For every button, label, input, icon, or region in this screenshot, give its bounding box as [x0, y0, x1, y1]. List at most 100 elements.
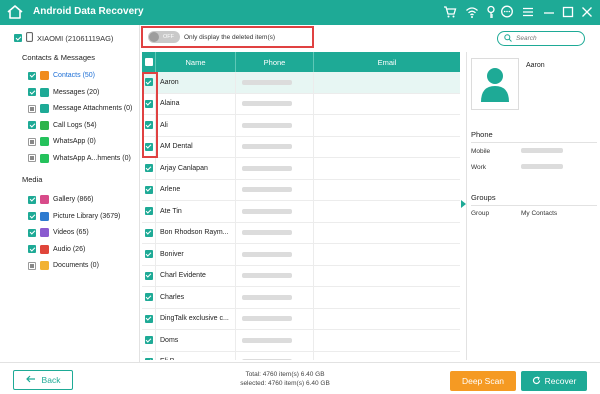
category-panel: XIAOMI (21061119AG) Contacts & Messages …: [0, 25, 140, 362]
row-check-cell[interactable]: [142, 244, 156, 265]
device-checkbox[interactable]: [14, 34, 22, 42]
search-box[interactable]: [497, 31, 585, 46]
category-icon: [40, 195, 49, 204]
maximize-icon[interactable]: [561, 5, 575, 19]
row-check-cell[interactable]: [142, 308, 156, 329]
row-checkbox[interactable]: [144, 293, 153, 302]
total-count: Total: 4760 item(s) 6.40 GB: [245, 371, 325, 378]
row-checkbox[interactable]: [144, 185, 153, 194]
category-contacts-item[interactable]: WhatsApp A...hments (0): [28, 153, 131, 163]
row-check-cell[interactable]: [142, 179, 156, 200]
search-input[interactable]: [516, 35, 576, 42]
deep-scan-button[interactable]: Deep Scan: [450, 371, 516, 391]
row-checkbox[interactable]: [144, 357, 153, 360]
category-checkbox[interactable]: [28, 71, 36, 80]
deleted-only-toggle[interactable]: OFF: [148, 31, 180, 43]
email-cell: [314, 244, 460, 265]
category-media-item[interactable]: Audio (26): [28, 244, 85, 254]
phone-cell: [236, 330, 314, 351]
wifi-icon[interactable]: [465, 5, 479, 19]
category-checkbox[interactable]: [28, 137, 36, 146]
close-icon[interactable]: [580, 5, 594, 19]
category-checkbox[interactable]: [28, 88, 36, 96]
email-cell: [314, 180, 460, 201]
table-row[interactable]: AM Dental: [142, 136, 460, 158]
row-checkbox[interactable]: [144, 207, 153, 216]
table-row[interactable]: Ali: [142, 115, 460, 137]
back-button[interactable]: Back: [13, 370, 73, 390]
chat-icon[interactable]: [500, 5, 514, 19]
contact-name-cell: Bon Rhodson Raym...: [156, 222, 236, 243]
category-checkbox[interactable]: [28, 121, 36, 129]
details-panel: Aaron Phone Mobile Work Groups Group My …: [466, 52, 600, 360]
category-media-item[interactable]: Documents (0): [28, 261, 99, 270]
row-check-cell[interactable]: [142, 222, 156, 243]
table-row[interactable]: Bon Rhodson Raym...: [142, 222, 460, 244]
table-row[interactable]: Doms: [142, 330, 460, 352]
category-contacts-item[interactable]: Contacts (50): [28, 71, 95, 80]
row-check-cell[interactable]: [142, 265, 156, 286]
divider: [471, 205, 597, 206]
email-cell: [314, 352, 460, 361]
category-checkbox[interactable]: [28, 245, 36, 253]
table-row[interactable]: DingTalk exclusive c...: [142, 308, 460, 330]
key-icon[interactable]: [484, 5, 498, 19]
contact-name-cell: Arjay Canlapan: [156, 158, 236, 179]
table-row[interactable]: Aaron: [142, 72, 460, 94]
table-header: Name Phone Email: [142, 52, 460, 72]
menu-icon[interactable]: [521, 5, 535, 19]
category-contacts-item[interactable]: Message Attachments (0): [28, 104, 132, 113]
table-row[interactable]: Arlene: [142, 179, 460, 201]
row-checkbox[interactable]: [144, 164, 153, 173]
row-check-cell[interactable]: [142, 330, 156, 351]
email-cell: [314, 223, 460, 244]
category-checkbox[interactable]: [28, 212, 36, 220]
table-row[interactable]: Ate Tin: [142, 201, 460, 223]
row-check-cell[interactable]: [142, 158, 156, 179]
table-row[interactable]: Alaina: [142, 93, 460, 115]
phone-cell: [236, 72, 314, 93]
category-contacts-item[interactable]: WhatsApp (0): [28, 137, 96, 146]
table-row[interactable]: Boniver: [142, 244, 460, 266]
contact-name-cell: Doms: [156, 330, 236, 351]
contact-name-cell: AM Dental: [156, 136, 236, 157]
row-checkbox[interactable]: [144, 271, 153, 280]
work-value: [521, 164, 563, 171]
row-check-cell[interactable]: [142, 287, 156, 308]
row-checkbox[interactable]: [144, 250, 153, 259]
category-media-item[interactable]: Picture Library (3679): [28, 211, 121, 221]
col-phone[interactable]: Phone: [236, 52, 314, 72]
recover-button[interactable]: Recover: [521, 371, 587, 391]
col-email[interactable]: Email: [314, 52, 460, 72]
home-icon[interactable]: [6, 3, 24, 21]
cart-icon[interactable]: [443, 5, 457, 19]
table-row[interactable]: Charles: [142, 287, 460, 309]
footer: Back Total: 4760 item(s) 6.40 GB selecte…: [0, 362, 600, 394]
category-label: Picture Library (3679): [53, 212, 121, 220]
row-checkbox[interactable]: [144, 228, 153, 237]
category-contacts-item[interactable]: Call Logs (54): [28, 120, 97, 130]
category-checkbox[interactable]: [28, 154, 36, 162]
deleted-filter: OFF Only display the deleted item(s): [141, 26, 314, 48]
col-name[interactable]: Name: [156, 52, 236, 72]
table-row[interactable]: Eli B: [142, 351, 460, 361]
category-checkbox[interactable]: [28, 228, 36, 237]
select-all-checkbox[interactable]: [144, 58, 153, 66]
row-check-cell[interactable]: [142, 201, 156, 222]
device-row[interactable]: XIAOMI (21061119AG): [14, 32, 113, 44]
row-check-cell[interactable]: [142, 351, 156, 360]
row-checkbox[interactable]: [144, 336, 153, 345]
category-media-item[interactable]: Videos (65): [28, 228, 89, 237]
category-checkbox[interactable]: [28, 261, 36, 270]
minimize-icon[interactable]: [542, 5, 556, 19]
table-row[interactable]: Charl Evidente: [142, 265, 460, 287]
category-label: Documents (0): [53, 262, 99, 269]
category-contacts-item[interactable]: Messages (20): [28, 87, 99, 97]
row-checkbox[interactable]: [144, 314, 153, 323]
table-row[interactable]: Arjay Canlapan: [142, 158, 460, 180]
category-media-item[interactable]: Gallery (866): [28, 195, 93, 204]
category-checkbox[interactable]: [28, 195, 36, 204]
select-all-cell[interactable]: [142, 52, 156, 72]
category-checkbox[interactable]: [28, 104, 36, 113]
email-cell: [314, 158, 460, 179]
